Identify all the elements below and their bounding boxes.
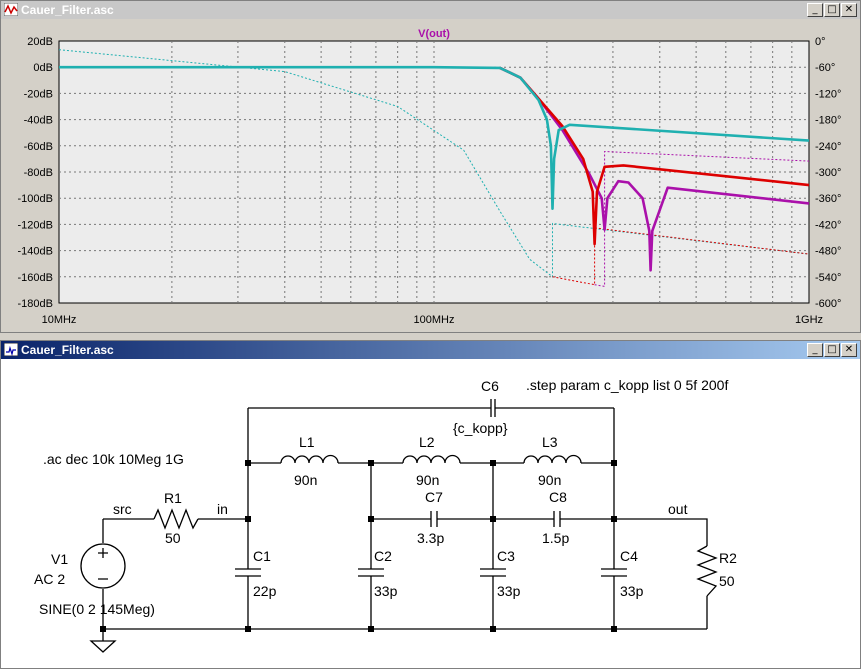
right-tick-label: -180° [815,115,841,127]
r1-name: R1 [164,490,182,506]
v1-name: V1 [51,551,68,567]
net-label-in: in [217,501,228,517]
c4-name: C4 [620,548,638,564]
waveform-icon [4,3,18,16]
l2-value: 90n [416,472,439,488]
c8-name: C8 [549,489,567,505]
c3-value: 33p [497,583,521,599]
c4-value: 33p [620,583,644,599]
plot-window-title: Cauer_Filter.asc [21,3,114,17]
r1-value: 50 [165,530,181,546]
plot-window[interactable]: Cauer_Filter.asc _ □ ✕ 20dB 0dB -20dB -40dB… [0,0,861,333]
left-tick-label: -40dB [24,115,53,127]
c1-name: C1 [253,548,271,564]
right-tick-label: -240° [815,141,841,153]
right-tick-label: -60° [815,62,835,74]
minimize-button[interactable]: _ [807,3,823,17]
r2-name: R2 [719,550,737,566]
left-tick-label: -140dB [18,246,53,258]
left-tick-label: 0dB [33,62,53,74]
ac-directive[interactable]: .ac dec 10k 10Meg 1G [43,451,184,467]
c6-value: {c_kopp} [453,420,508,436]
left-tick-label: -160dB [18,272,53,284]
c3-name: C3 [497,548,515,564]
right-tick-label: -600° [815,298,841,310]
c2-value: 33p [374,583,398,599]
left-tick-label: 20dB [27,36,53,48]
x-tick-label: 10MHz [42,314,77,326]
c2-name: C2 [374,548,392,564]
left-tick-label: -80dB [24,167,53,179]
l3-name: L3 [542,434,558,450]
step-directive[interactable]: .step param c_kopp list 0 5f 200f [526,377,728,393]
trace-label[interactable]: V(out) [418,28,450,40]
right-tick-label: -540° [815,272,841,284]
schematic-canvas[interactable]: .step param c_kopp list 0 5f 200f .ac de… [1,359,860,668]
maximize-button[interactable]: □ [824,3,840,17]
l1-name: L1 [299,434,315,450]
l2-name: L2 [419,434,435,450]
right-tick-label: -420° [815,219,841,231]
plot-area[interactable]: 20dB 0dB -20dB -40dB -60dB -80dB -100dB -120dB -… [18,36,842,326]
net-label-out: out [668,501,688,517]
c7-value: 3.3p [417,530,444,546]
schematic-title-bar[interactable]: Cauer_Filter.asc _ □ ✕ [1,341,860,359]
plot-title-bar[interactable]: Cauer_Filter.asc _ □ ✕ [1,1,860,19]
c7-name: C7 [425,489,443,505]
r2-value: 50 [719,573,735,589]
right-tick-label: 0° [815,36,826,48]
net-label-src: src [113,501,132,517]
left-tick-label: -120dB [18,219,53,231]
close-button[interactable]: ✕ [841,343,857,357]
c6-name: C6 [481,378,499,394]
schematic-icon [4,343,18,356]
left-tick-label: -20dB [24,88,53,100]
right-tick-label: -480° [815,246,841,258]
right-tick-label: -300° [815,167,841,179]
maximize-button[interactable]: □ [824,343,840,357]
c1-value: 22p [253,583,277,599]
minimize-button[interactable]: _ [807,343,823,357]
v1-value: AC 2 [34,571,65,587]
l3-value: 90n [538,472,561,488]
right-tick-label: -360° [815,193,841,205]
voltage-source-icon[interactable] [80,543,126,589]
left-tick-label: -180dB [18,298,53,310]
l1-value: 90n [294,472,317,488]
v1-extra: SINE(0 2 145Meg) [39,601,155,617]
left-tick-label: -60dB [24,141,53,153]
c8-value: 1.5p [542,530,569,546]
left-tick-label: -100dB [18,193,53,205]
close-button[interactable]: ✕ [841,3,857,17]
right-tick-label: -120° [815,88,841,100]
x-tick-label: 100MHz [414,314,455,326]
schematic-window-title: Cauer_Filter.asc [21,343,114,357]
schematic-window[interactable]: Cauer_Filter.asc _ □ ✕ .step param c_kop… [0,340,861,669]
plot-canvas[interactable]: 20dB 0dB -20dB -40dB -60dB -80dB -100dB -120dB -… [1,19,860,332]
x-tick-label: 1GHz [795,314,823,326]
